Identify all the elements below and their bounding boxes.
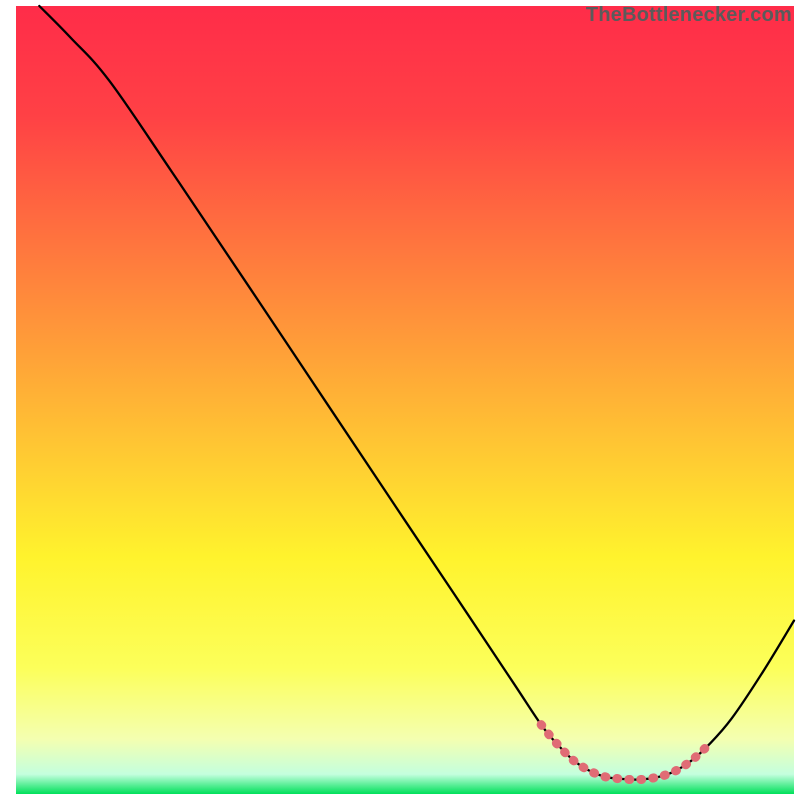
- chart-stage: TheBottlenecker.com: [0, 0, 800, 800]
- watermark-text: TheBottlenecker.com: [586, 4, 792, 27]
- plot-background: [16, 6, 794, 794]
- bottleneck-chart: [0, 0, 800, 800]
